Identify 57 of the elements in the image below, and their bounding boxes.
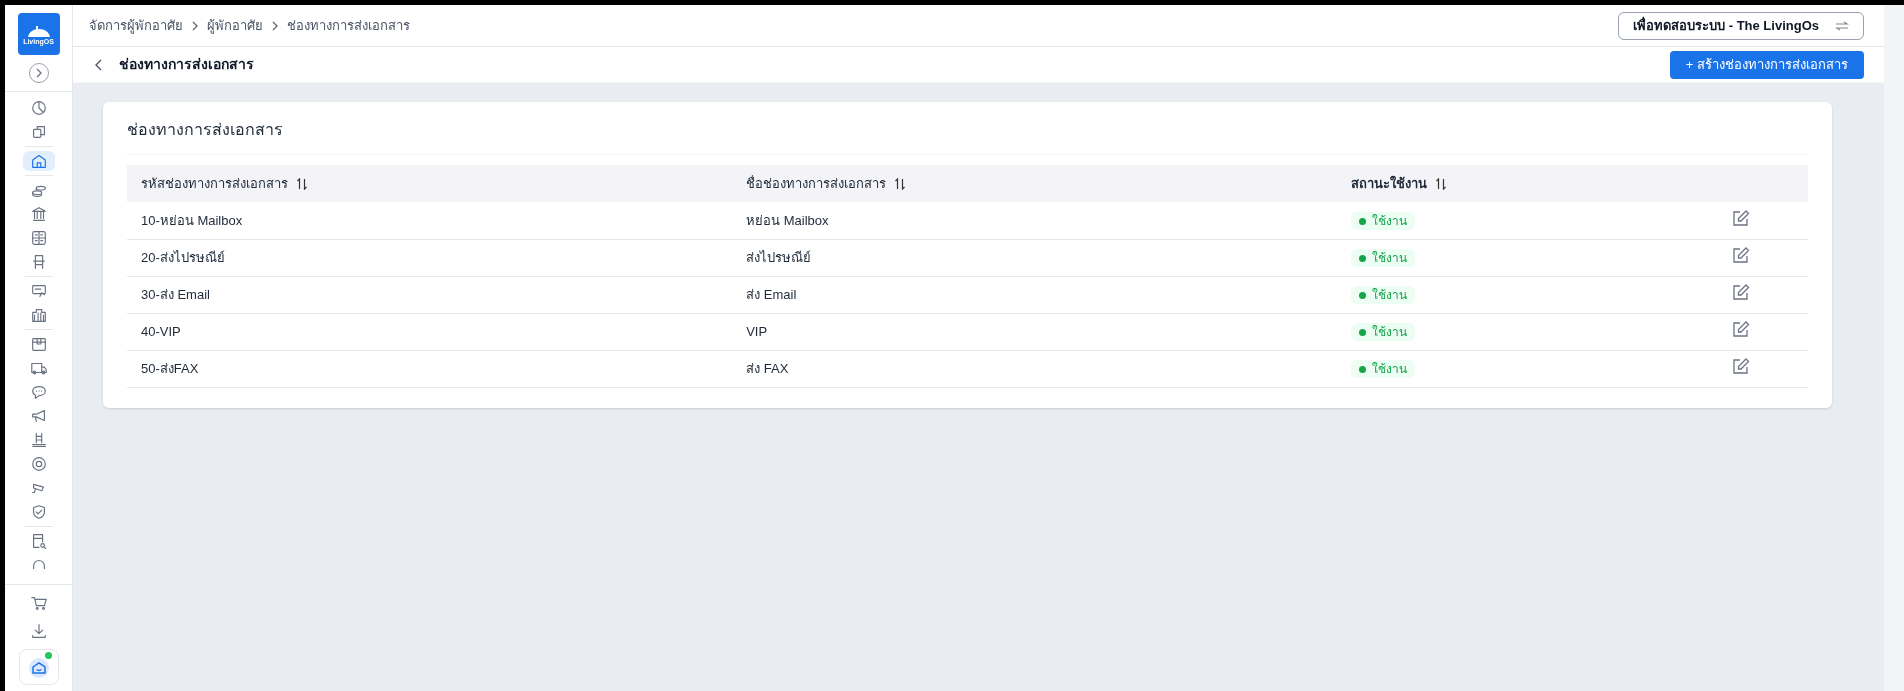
table-cell: 40-VIP: [141, 323, 181, 339]
status-badge: ใช้งาน: [1351, 249, 1416, 268]
chat-bubble-icon: [29, 383, 48, 401]
megaphone-icon: [29, 407, 48, 425]
column-header[interactable]: ชื่อช่องทางการส่งเอกสาร: [746, 173, 887, 194]
sort-icon[interactable]: [1435, 177, 1448, 190]
robot-icon: [26, 656, 51, 678]
project-switcher[interactable]: เพื่อทดสอบระบบ - The LivingOs: [1618, 11, 1864, 40]
table-cell: ส่งไปรษณีย์: [746, 249, 812, 265]
bank-icon: [29, 205, 48, 223]
cart-icon: [29, 594, 48, 612]
table-cell: 20-ส่งไปรษณีย์: [141, 249, 225, 265]
card-title: ช่องทางการส่งเอกสาร: [127, 118, 1808, 155]
page-title: ช่องทางการส่งเอกสาร: [119, 55, 254, 74]
pie-chart-icon: [29, 99, 48, 117]
chevron-right-icon: [191, 20, 199, 31]
status-badge: ใช้งาน: [1351, 360, 1416, 379]
edit-button[interactable]: [1731, 357, 1750, 374]
download-icon: [29, 622, 48, 640]
column-header[interactable]: สถานะใช้งาน: [1351, 173, 1428, 194]
breadcrumb-item[interactable]: จัดการผู้พักอาศัย: [89, 15, 183, 36]
edit-icon: [1731, 209, 1750, 226]
status-badge: ใช้งาน: [1351, 212, 1416, 230]
status-badge: ใช้งาน: [1351, 286, 1416, 305]
column-header[interactable]: รหัสช่องทางการส่งเอกสาร: [141, 173, 288, 194]
swap-icon: [1835, 20, 1849, 31]
edit-icon: [1731, 357, 1750, 374]
edit-button[interactable]: [1731, 320, 1750, 337]
lifebuoy-icon: [29, 455, 48, 473]
pool-ladder-icon: [29, 431, 48, 449]
edit-button[interactable]: [1731, 283, 1750, 300]
home-icon: [29, 152, 48, 170]
breadcrumb-item: ช่องทางการส่งเอกสาร: [287, 16, 410, 35]
table-cell: ส่ง FAX: [746, 360, 789, 376]
chevron-left-icon: [94, 58, 104, 71]
calculator-icon: [29, 229, 48, 247]
edit-button[interactable]: [1731, 209, 1750, 226]
table-cell: 50-ส่งFAX: [141, 360, 199, 376]
sort-icon[interactable]: [894, 177, 907, 190]
table-cell: 10-หย่อน Mailbox: [141, 212, 243, 228]
table-cell: VIP: [746, 323, 768, 339]
assistant-button[interactable]: [18, 649, 59, 685]
box-icon: [29, 335, 48, 353]
sidebar-item[interactable]: [22, 151, 55, 171]
edit-icon: [1731, 320, 1750, 337]
edit-button[interactable]: [1731, 246, 1750, 263]
building-icon: [29, 306, 48, 324]
create-channel-button[interactable]: + สร้างช่องทางการส่งเอกสาร: [1669, 50, 1864, 79]
sort-icon[interactable]: [296, 177, 308, 190]
edit-icon: [1731, 246, 1750, 263]
table-cell: 30-ส่ง Email: [141, 286, 210, 302]
table-cell: ส่ง Email: [746, 286, 797, 302]
status-badge: ใช้งาน: [1351, 323, 1416, 342]
chevron-right-icon: [271, 20, 279, 31]
breadcrumb-item[interactable]: ผู้พักอาศัย: [207, 15, 263, 36]
table-cell: หย่อน Mailbox: [746, 212, 829, 228]
edit-icon: [1731, 283, 1750, 300]
